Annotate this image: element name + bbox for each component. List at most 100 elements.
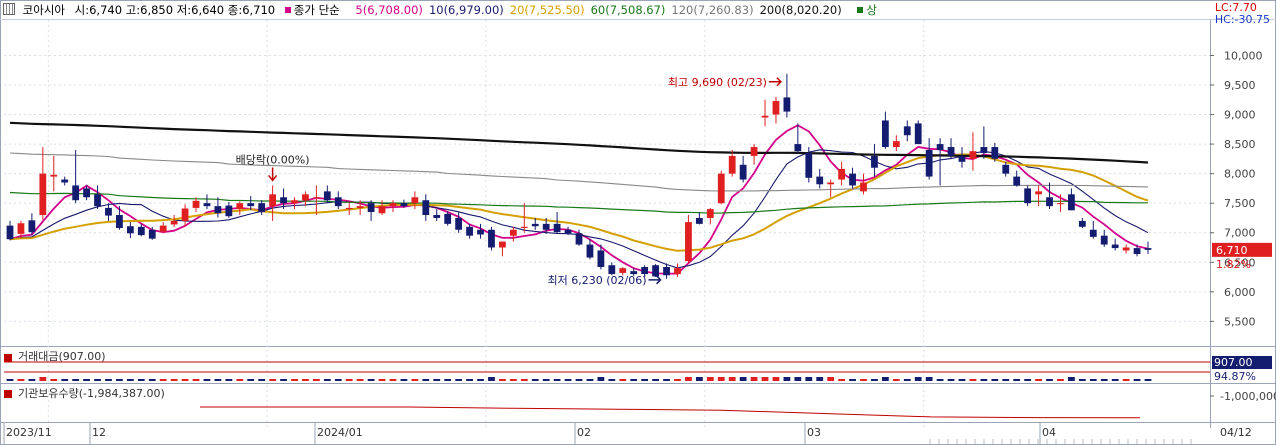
volume-bar	[1013, 379, 1021, 381]
volume-bar	[706, 377, 714, 381]
candle	[871, 144, 878, 177]
candle-body	[947, 147, 955, 156]
ma-legend-item: 10(6,979.00)	[428, 3, 504, 17]
volume-bar	[619, 379, 627, 381]
candle	[83, 185, 90, 201]
candle-body	[739, 164, 747, 180]
candle	[203, 194, 211, 210]
volume-bar	[192, 379, 200, 381]
candle	[214, 197, 222, 218]
ma10-line	[9, 149, 1149, 269]
candle-body	[641, 267, 649, 275]
volume-bar	[630, 379, 638, 381]
candle	[827, 179, 835, 198]
volume-bar	[214, 379, 222, 381]
volume-bar	[137, 379, 145, 381]
candle	[685, 215, 692, 264]
volume-bar	[860, 379, 867, 381]
y-tick-label: 8,500	[1224, 138, 1256, 151]
candle-body	[1035, 191, 1042, 195]
candle-body	[477, 229, 484, 235]
volume-bar	[1133, 379, 1141, 381]
volume-bar	[1035, 379, 1042, 381]
candle	[936, 138, 944, 186]
volume-bar	[674, 379, 681, 381]
chart-svg[interactable]: 10,000 9,500 9,000 8,500 8,000 7,500 7,000 6,50…	[0, 0, 1276, 445]
candle-body	[695, 217, 703, 224]
candle	[509, 226, 517, 242]
candle	[126, 222, 134, 239]
candle-body	[291, 200, 298, 204]
candle	[334, 191, 342, 210]
candle	[488, 226, 495, 251]
candle-body	[1111, 244, 1119, 249]
volume-bar	[477, 379, 484, 381]
candle	[411, 191, 419, 210]
candle-body	[280, 197, 287, 204]
volume-bar	[225, 379, 233, 381]
candle-body	[6, 225, 14, 240]
candle-body	[444, 213, 452, 224]
candle	[258, 200, 266, 215]
volume-bar	[312, 379, 320, 381]
stock-chart[interactable]: 코아시아 시:6,740 고:6,850 저:6,640 종:6,710 종가 …	[0, 0, 1276, 445]
candle	[444, 211, 452, 226]
candle-body	[586, 244, 594, 258]
volume-bar	[356, 379, 364, 381]
volume-bar	[422, 379, 430, 381]
volume-bar	[367, 379, 375, 381]
candle-body	[17, 223, 25, 234]
volume-bar	[203, 379, 211, 381]
candle	[1089, 220, 1097, 239]
volume-bar	[958, 379, 966, 381]
candle	[772, 96, 780, 124]
candle-body	[192, 200, 200, 208]
candle-body	[663, 267, 670, 276]
candle	[323, 185, 331, 204]
volume-bar	[83, 379, 90, 381]
candle-body	[619, 268, 627, 273]
volume-bar	[761, 377, 769, 381]
candle	[914, 120, 922, 145]
candle	[641, 265, 649, 278]
volume-bar	[881, 377, 889, 381]
menu-grid-icon[interactable]	[3, 3, 15, 15]
candle	[159, 222, 167, 234]
volume-bar	[520, 379, 528, 381]
volume-bar	[531, 379, 539, 381]
candle	[105, 203, 112, 221]
x-tick-label: 04/12	[1220, 426, 1252, 439]
candle-body	[783, 97, 791, 112]
volume-bar	[586, 379, 594, 381]
candle	[531, 217, 539, 230]
x-tick-label: 12	[92, 426, 106, 439]
candle	[991, 142, 999, 162]
volume-bar	[39, 377, 47, 381]
volume-bar	[61, 379, 69, 381]
candle-body	[94, 194, 101, 207]
candle-body	[597, 250, 605, 267]
candle	[553, 212, 561, 234]
candle	[750, 144, 758, 165]
ma-legend-item: 200(8,020.20)	[759, 3, 842, 17]
candle	[542, 217, 550, 234]
candle-body	[83, 188, 90, 198]
candle	[170, 215, 178, 227]
y-tick-label: 5,500	[1224, 315, 1256, 328]
y-tick-label: 10,000	[1224, 49, 1263, 62]
candle	[1046, 182, 1053, 210]
volume-bar	[389, 379, 397, 381]
candle-body	[1133, 248, 1141, 254]
candle	[1133, 244, 1141, 257]
y-tick-label: 7,000	[1224, 227, 1256, 240]
candle-body	[61, 179, 69, 183]
candle	[794, 123, 802, 153]
candle	[903, 120, 911, 142]
candle	[1057, 194, 1064, 213]
candle	[520, 203, 528, 233]
candle	[980, 126, 988, 159]
candle-body	[827, 182, 835, 185]
chart-legend: 코아시아 시:6,740 고:6,850 저:6,640 종:6,710 종가 …	[0, 0, 1210, 20]
ma60-line	[9, 191, 1148, 214]
candle	[61, 176, 69, 186]
